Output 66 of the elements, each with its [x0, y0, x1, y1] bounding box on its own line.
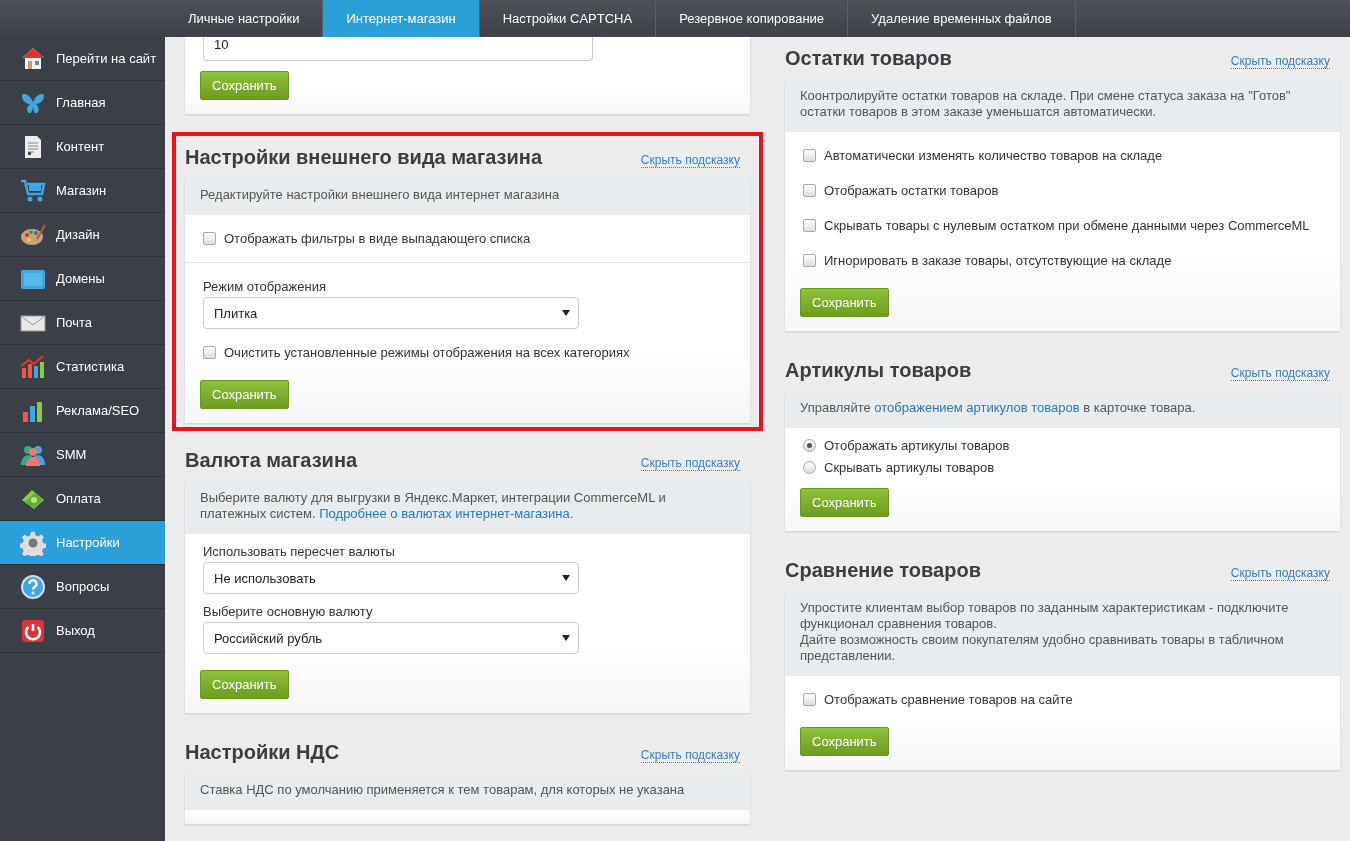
section-title: Остатки товаров	[785, 47, 952, 70]
sidebar-item[interactable]: Выход	[0, 609, 165, 653]
radio-label: Отображать артикулы товаров	[824, 437, 1010, 453]
sidebar-item[interactable]: Магазин	[0, 169, 165, 213]
sidebar-item[interactable]: Перейти на сайт	[0, 37, 165, 81]
checkbox-label: Очистить установленные режимы отображения на всех категориях	[224, 345, 630, 360]
chart-icon	[20, 353, 46, 380]
section-title: Валюта магазина	[185, 449, 358, 472]
radio-button[interactable]	[803, 460, 816, 474]
checkbox[interactable]	[803, 149, 816, 162]
checkbox[interactable]	[803, 219, 816, 232]
hide-hint-link[interactable]: Скрыть подсказку	[640, 456, 740, 471]
sidebar-item[interactable]: Статистика	[0, 345, 165, 389]
section-title: Настройки НДС	[185, 741, 340, 764]
dropdown[interactable]: Российский рубль	[203, 622, 579, 654]
checkbox-label: Отображать фильтры в виде выпадающего списка	[224, 231, 531, 246]
sidebar-item[interactable]: Реклама/SEO	[0, 389, 165, 433]
sidebar-item[interactable]: Домены	[0, 257, 165, 301]
hint-text: Упростите клиентам выбор товаров по заданным характеристикам - подключите функционал сравнения товаров.	[800, 600, 1290, 632]
hide-hint-link[interactable]: Скрыть подсказку	[1230, 366, 1330, 381]
field-label: Использовать пересчет валюты	[203, 544, 396, 559]
hint-text: Выберите валюту для выгрузки в Яндекс.Маркет, интеграции CommerceML и платежных систем. Подробнее о валютах интернет-магазина.	[200, 490, 667, 522]
caret-icon	[562, 575, 570, 581]
caret-icon	[562, 310, 570, 316]
hint-text: Редактируйте настройки внешнего вида интернет магазина	[200, 187, 561, 203]
dropdown[interactable]: Плитка	[203, 297, 579, 329]
hint-text: Дайте возможность своим покупателям удобно сравнивать товары в табличном представлении.	[800, 632, 1285, 664]
home-icon	[20, 45, 46, 72]
hide-hint-link[interactable]: Скрыть подсказку	[640, 153, 740, 168]
radio-label: Скрывать артикулы товаров	[824, 459, 995, 475]
sidebar-item[interactable]: Контент	[0, 125, 165, 169]
checkbox-label: Скрывать товары с нулевым остатком при обмене данными через CommerceML	[824, 218, 1310, 233]
checkbox[interactable]	[203, 346, 216, 359]
checkbox[interactable]	[803, 254, 816, 267]
section-title: Артикулы товаров	[785, 359, 972, 382]
sidebar-item[interactable]: SMM	[0, 433, 165, 477]
section-title: Настройки внешнего вида магазина	[185, 146, 543, 169]
checkbox[interactable]	[203, 232, 216, 245]
sidebar-item[interactable]: Вопросы	[0, 565, 165, 609]
sidebar-item[interactable]: Почта	[0, 301, 165, 345]
caret-icon	[562, 635, 570, 641]
checkbox[interactable]	[803, 184, 816, 197]
settings-icon	[20, 529, 46, 556]
hint-text: Коонтролируйте остатки товаров на складе. При смене статуса заказа на "Готов" остатки товаров в этом заказе уменьшатся автоматически.	[800, 88, 1292, 120]
checkbox-label: Отображать остатки товаров	[824, 183, 999, 198]
section-title: Сравнение товаров	[785, 559, 981, 582]
link[interactable]: отображением артикулов товаров	[874, 400, 1080, 415]
help-icon	[20, 573, 46, 600]
checkbox-label: Игнорировать в заказе товары, отсутствующие на складе	[824, 253, 1172, 268]
radio-button[interactable]	[803, 438, 816, 452]
cart-icon	[20, 177, 46, 204]
input-field[interactable]: 10	[203, 37, 593, 61]
checkbox-label: Отображать сравнение товаров на сайте	[824, 692, 1073, 707]
hide-hint-link[interactable]: Скрыть подсказку	[1230, 566, 1330, 581]
field-label: Режим отображения	[203, 279, 327, 294]
hide-hint-link[interactable]: Скрыть подсказку	[640, 748, 740, 763]
hint-text: Управляйте отображением артикулов товаров в карточке товара.	[800, 400, 1197, 416]
dropdown[interactable]: Не использовать	[203, 562, 579, 594]
sidebar-item[interactable]: Дизайн	[0, 213, 165, 257]
checkbox-label: Автоматически изменять количество товаров на складе	[824, 148, 1163, 163]
power-icon	[20, 617, 46, 644]
hide-hint-link[interactable]: Скрыть подсказку	[1230, 54, 1330, 69]
hint-text: Ставка НДС по умолчанию применяется к тем товарам, для которых не указана	[200, 782, 686, 798]
link[interactable]: Подробнее о валютах интернет-магазина.	[319, 506, 574, 521]
field-label: Выберите основную валюту	[203, 604, 374, 619]
checkbox[interactable]	[803, 693, 816, 706]
